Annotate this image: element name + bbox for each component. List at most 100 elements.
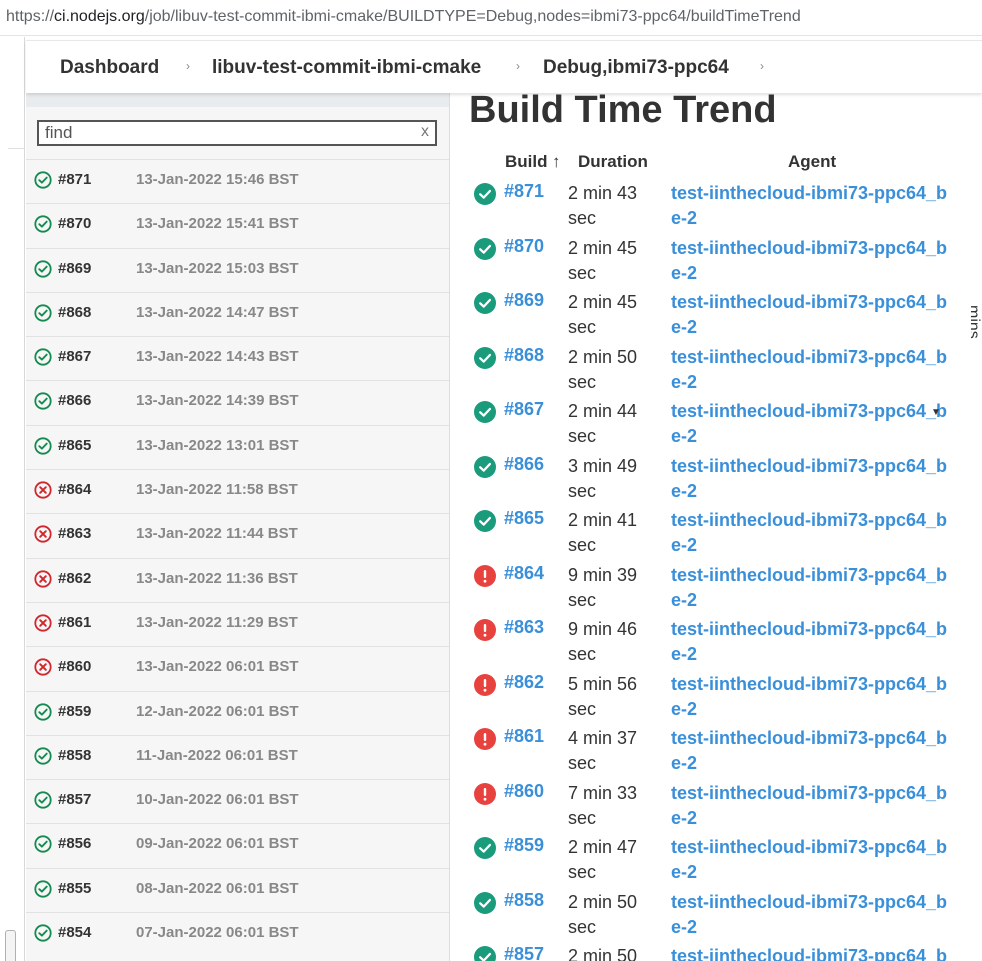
build-number-link[interactable]: #871 (504, 181, 544, 202)
agent-link[interactable]: test-iinthecloud-ibmi73-ppc64_be-2 (671, 726, 956, 776)
build-number-link[interactable]: #867 (58, 348, 91, 365)
build-number-link[interactable]: #860 (504, 781, 544, 802)
chevron-right-icon[interactable]: › (516, 59, 520, 73)
build-number-link[interactable]: #870 (504, 236, 544, 257)
url-text[interactable]: https://ci.nodejs.org/job/libuv-test-com… (6, 8, 801, 26)
column-header-agent[interactable]: Agent (788, 152, 836, 172)
sort-arrow-icon[interactable]: ↑ (552, 152, 561, 172)
agent-link[interactable]: test-iinthecloud-ibmi73-ppc64_be-2 (671, 345, 956, 395)
build-history-row[interactable]: #870 13-Jan-2022 15:41 BST (26, 203, 449, 248)
build-history-row[interactable]: #866 13-Jan-2022 14:39 BST (26, 380, 449, 425)
build-number-link[interactable]: #865 (504, 508, 544, 529)
build-number-link[interactable]: #862 (58, 570, 91, 587)
build-number-link[interactable]: #865 (58, 437, 91, 454)
build-history-row[interactable]: #865 13-Jan-2022 13:01 BST (26, 424, 449, 470)
agent-link[interactable]: test-iinthecloud-ibmi73-ppc64_be-2 (671, 508, 956, 558)
agent-link[interactable]: test-iinthecloud-ibmi73-ppc64_be-2 (671, 890, 956, 940)
agent-link[interactable]: test-iinthecloud-ibmi73-ppc64_be-2 (671, 672, 956, 722)
build-history-row[interactable]: #858 11-Jan-2022 06:01 BST (26, 734, 449, 780)
build-number-link[interactable]: #861 (58, 614, 91, 631)
build-history-row[interactable]: #857 10-Jan-2022 06:01 BST (26, 779, 449, 824)
build-number-link[interactable]: #864 (504, 563, 544, 584)
scroll-grip[interactable] (5, 930, 16, 961)
build-number-link[interactable]: #862 (504, 672, 544, 693)
build-date-link[interactable]: 13-Jan-2022 14:43 BST (136, 348, 299, 365)
build-history-row[interactable]: #868 13-Jan-2022 14:47 BST (26, 291, 449, 337)
build-number-link[interactable]: #870 (58, 215, 91, 232)
agent-link[interactable]: test-iinthecloud-ibmi73-ppc64_be-2 (671, 181, 956, 231)
build-date-link[interactable]: 13-Jan-2022 06:01 BST (136, 658, 299, 675)
build-history-row[interactable]: #860 13-Jan-2022 06:01 BST (26, 646, 449, 691)
agent-link[interactable]: test-iinthecloud-ibmi73-ppc64_be-2 (671, 399, 956, 449)
chevron-right-icon[interactable]: › (186, 59, 190, 73)
build-date-link[interactable]: 13-Jan-2022 15:46 BST (136, 171, 299, 188)
build-date-link[interactable]: 13-Jan-2022 11:36 BST (136, 570, 298, 587)
search-box[interactable]: x (37, 120, 437, 146)
build-number-link[interactable]: #869 (504, 290, 544, 311)
build-date-link[interactable]: 13-Jan-2022 14:47 BST (136, 304, 299, 321)
build-number-link[interactable]: #866 (504, 454, 544, 475)
agent-link[interactable]: test-iinthecloud-ibmi73-ppc64_be-2 (671, 290, 956, 340)
build-date-link[interactable]: 13-Jan-2022 15:03 BST (136, 260, 299, 277)
build-history-row[interactable]: #867 13-Jan-2022 14:43 BST (26, 336, 449, 381)
build-history-row[interactable]: #862 13-Jan-2022 11:36 BST (26, 557, 449, 602)
agent-link[interactable]: test-iinthecloud-ibmi73-ppc64_be-2 (671, 617, 956, 667)
agent-link[interactable]: test-iinthecloud-ibmi73-ppc64_be-2 (671, 944, 956, 961)
build-history-row[interactable]: #855 08-Jan-2022 06:01 BST (26, 867, 449, 913)
build-date-link[interactable]: 13-Jan-2022 15:41 BST (136, 215, 299, 232)
build-date-link[interactable]: 13-Jan-2022 13:01 BST (136, 437, 299, 454)
build-number-link[interactable]: #864 (58, 481, 91, 498)
build-history-row[interactable]: #854 07-Jan-2022 06:01 BST (26, 912, 449, 957)
build-history-row[interactable]: #863 13-Jan-2022 11:44 BST (26, 513, 449, 558)
column-header-duration[interactable]: Duration (578, 152, 648, 172)
build-history-row[interactable]: #864 13-Jan-2022 11:58 BST (26, 469, 449, 514)
build-number-link[interactable]: #871 (58, 171, 91, 188)
build-number-link[interactable]: #860 (58, 658, 91, 675)
agent-link[interactable]: test-iinthecloud-ibmi73-ppc64_be-2 (671, 781, 956, 831)
breadcrumb-configuration[interactable]: Debug,ibmi73-ppc64 (543, 57, 729, 79)
search-input[interactable] (45, 123, 405, 143)
build-number-link[interactable]: #868 (58, 304, 91, 321)
build-history-row[interactable]: #856 09-Jan-2022 06:01 BST (26, 823, 449, 868)
chevron-right-icon[interactable]: › (760, 59, 764, 73)
build-number-link[interactable]: #868 (504, 345, 544, 366)
build-number-link[interactable]: #854 (58, 924, 91, 941)
build-date-link[interactable]: 13-Jan-2022 11:44 BST (136, 525, 298, 542)
build-date-link[interactable]: 13-Jan-2022 11:29 BST (136, 614, 298, 631)
build-history-row[interactable]: #861 13-Jan-2022 11:29 BST (26, 601, 449, 647)
column-header-build[interactable]: Build (505, 152, 548, 172)
agent-link[interactable]: test-iinthecloud-ibmi73-ppc64_be-2 (671, 563, 956, 613)
agent-link[interactable]: test-iinthecloud-ibmi73-ppc64_be-2 (671, 835, 956, 885)
build-history-row[interactable]: #871 13-Jan-2022 15:46 BST (26, 159, 449, 204)
build-date-link[interactable]: 09-Jan-2022 06:01 BST (136, 835, 299, 852)
build-number-link[interactable]: #858 (58, 747, 91, 764)
build-number-link[interactable]: #857 (504, 944, 544, 961)
build-date-link[interactable]: 07-Jan-2022 06:01 BST (136, 924, 299, 941)
build-date-link[interactable]: 13-Jan-2022 14:39 BST (136, 392, 299, 409)
build-number-link[interactable]: #858 (504, 890, 544, 911)
address-bar[interactable]: https://ci.nodejs.org/job/libuv-test-com… (0, 0, 982, 36)
build-history-row[interactable]: #859 12-Jan-2022 06:01 BST (26, 690, 449, 735)
build-date-link[interactable]: 11-Jan-2022 06:01 BST (136, 747, 298, 764)
build-date-link[interactable]: 13-Jan-2022 11:58 BST (136, 481, 298, 498)
build-number-link[interactable]: #855 (58, 880, 91, 897)
build-number-link[interactable]: #859 (504, 835, 544, 856)
build-number-link[interactable]: #861 (504, 726, 544, 747)
clear-search-icon[interactable]: x (421, 123, 429, 141)
build-date-link[interactable]: 10-Jan-2022 06:01 BST (136, 791, 299, 808)
agent-link[interactable]: test-iinthecloud-ibmi73-ppc64_be-2 (671, 236, 956, 286)
build-number-link[interactable]: #859 (58, 703, 91, 720)
build-number-link[interactable]: #856 (58, 835, 91, 852)
build-number-link[interactable]: #857 (58, 791, 91, 808)
build-date-link[interactable]: 08-Jan-2022 06:01 BST (136, 880, 299, 897)
breadcrumb-dashboard[interactable]: Dashboard (60, 57, 159, 79)
agent-link[interactable]: test-iinthecloud-ibmi73-ppc64_be-2 (671, 454, 956, 504)
build-history-row[interactable]: #869 13-Jan-2022 15:03 BST (26, 247, 449, 292)
build-number-link[interactable]: #866 (58, 392, 91, 409)
build-number-link[interactable]: #869 (58, 260, 91, 277)
build-date-link[interactable]: 12-Jan-2022 06:01 BST (136, 703, 299, 720)
build-number-link[interactable]: #863 (58, 525, 91, 542)
breadcrumb-job[interactable]: libuv-test-commit-ibmi-cmake (212, 57, 481, 79)
build-number-link[interactable]: #867 (504, 399, 544, 420)
build-number-link[interactable]: #863 (504, 617, 544, 638)
